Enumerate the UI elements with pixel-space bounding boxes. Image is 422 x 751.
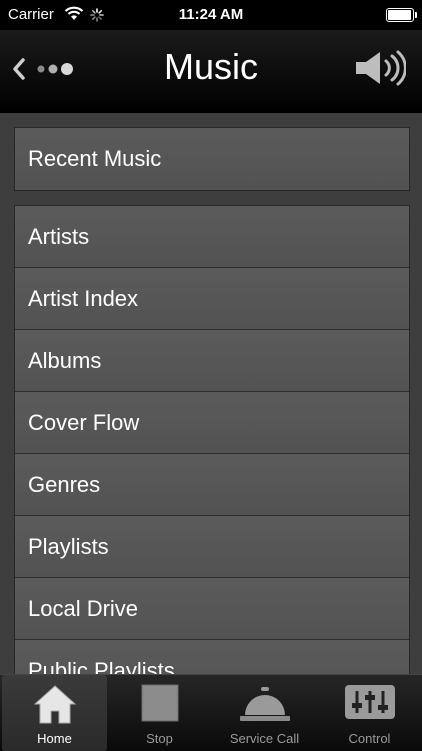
tab-stop-label: Stop — [146, 731, 173, 746]
speaker-icon — [356, 50, 407, 86]
list-item-artists[interactable]: Artists — [15, 206, 409, 268]
list-item-recent-music[interactable]: Recent Music — [15, 128, 409, 190]
tab-service-call-label: Service Call — [229, 731, 300, 746]
home-icon — [33, 685, 76, 724]
battery-icon — [386, 8, 417, 22]
speaker-volume-button[interactable] — [354, 50, 407, 86]
status-time: 11:24 AM — [178, 6, 244, 23]
tab-service-call[interactable]: Service Call — [212, 675, 317, 751]
list-item-playlists[interactable]: Playlists — [15, 516, 409, 578]
list-item-albums[interactable]: Albums — [15, 330, 409, 392]
tab-bar: Home Stop Service Call Control — [0, 674, 422, 751]
list-item-cover-flow[interactable]: Cover Flow — [15, 392, 409, 454]
sliders-icon — [344, 685, 395, 719]
list-item-local-drive[interactable]: Local Drive — [15, 578, 409, 640]
status-bar: Carrier 11:24 AM — [0, 0, 422, 30]
tab-control[interactable]: Control — [317, 675, 422, 751]
list-item-public-playlists[interactable]: Public Playlists — [15, 640, 409, 674]
tab-home[interactable]: Home — [2, 675, 107, 751]
tab-stop[interactable]: Stop — [107, 675, 212, 751]
recent-group: Recent Music — [14, 127, 410, 191]
service-bell-icon — [239, 687, 290, 721]
list-item-artist-index[interactable]: Artist Index — [15, 268, 409, 330]
browse-group: Artists Artist Index Albums Cover Flow G… — [14, 205, 410, 674]
tab-control-label: Control — [348, 731, 391, 746]
music-menu: Recent Music Artists Artist Index Albums… — [0, 113, 422, 674]
tab-home-label: Home — [37, 731, 72, 746]
navigation-bar: Music — [0, 30, 422, 113]
stop-icon — [141, 684, 178, 722]
list-item-genres[interactable]: Genres — [15, 454, 409, 516]
